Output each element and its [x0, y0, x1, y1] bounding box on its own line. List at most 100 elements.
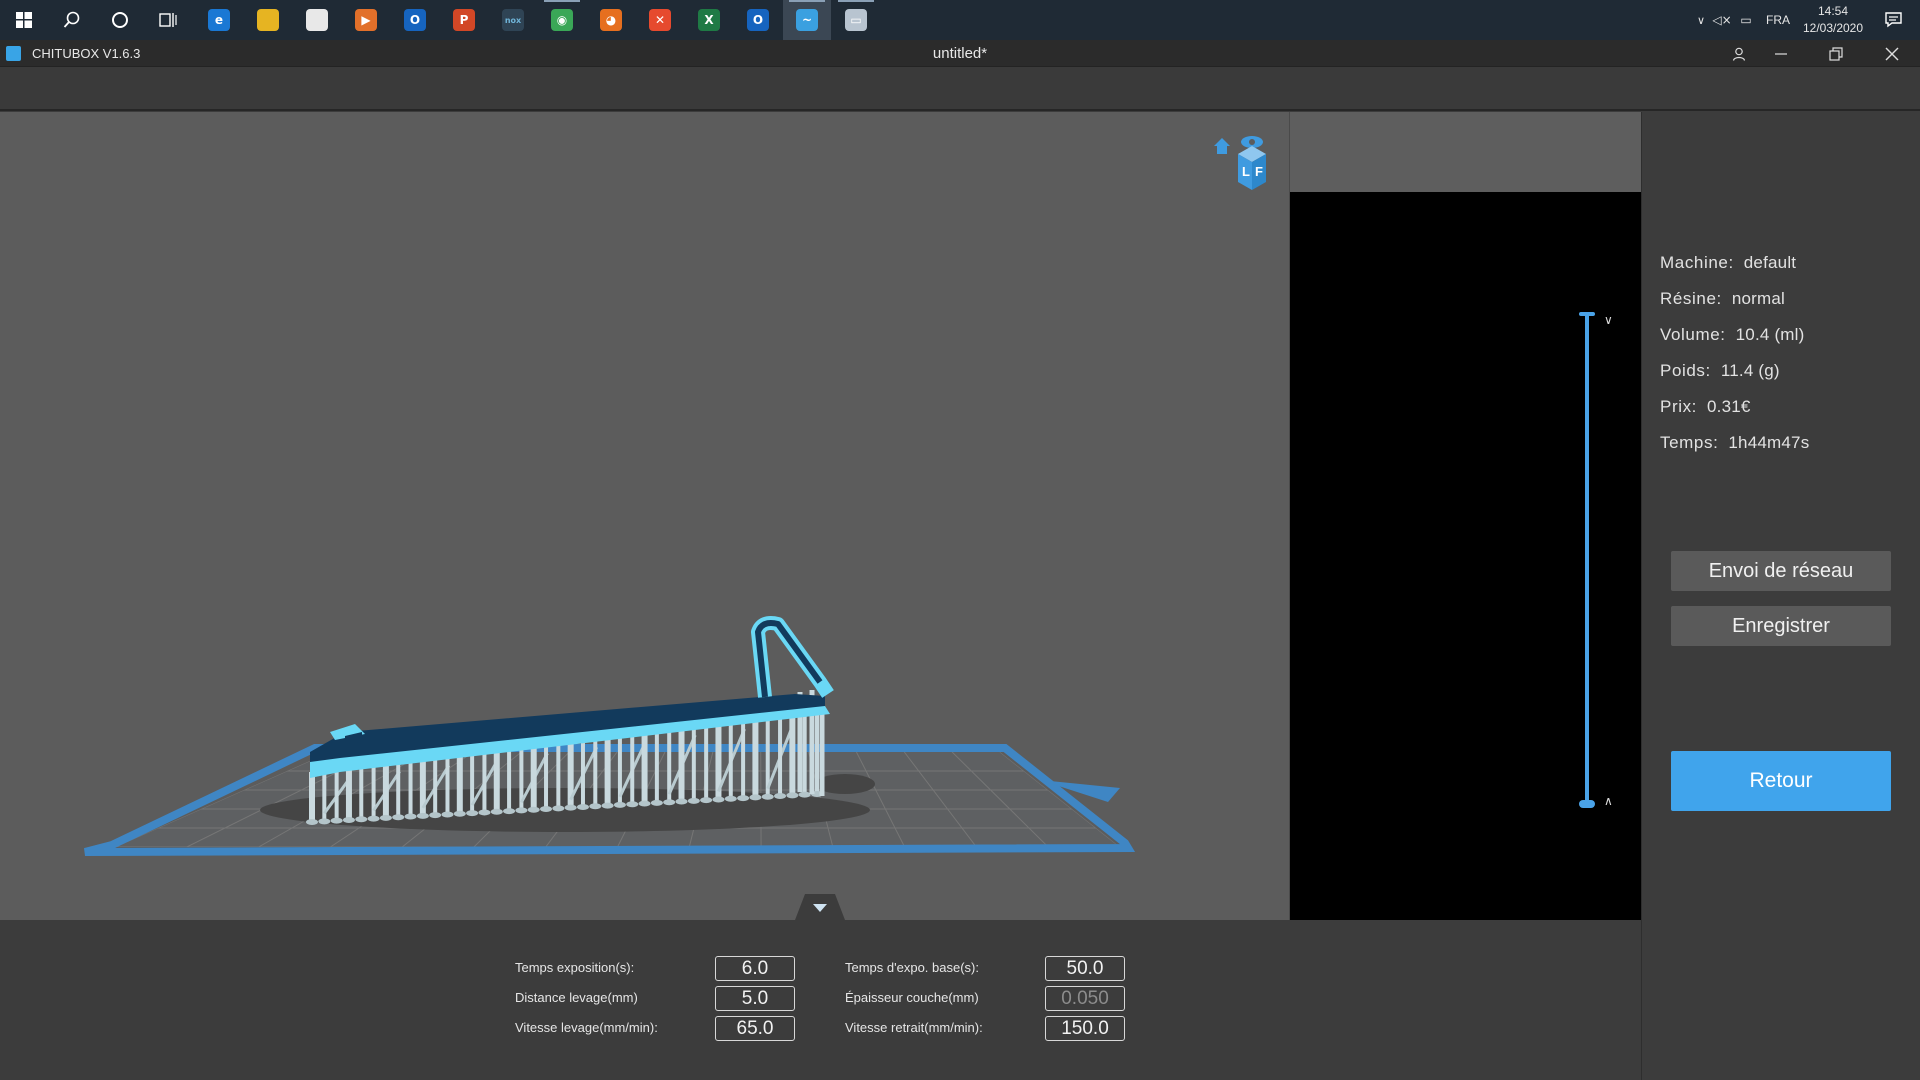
support-base [478, 809, 491, 816]
close-icon [1885, 47, 1899, 60]
support-base [379, 814, 392, 821]
taskbar-app-outlook-2[interactable]: O [734, 0, 782, 40]
layer-slider-bottom-handle[interactable] [1579, 800, 1595, 808]
support-base [429, 812, 442, 819]
edge-icon: e [208, 9, 230, 31]
search-button[interactable] [48, 0, 96, 40]
support-base [318, 818, 331, 825]
outlook-icon: O [404, 9, 426, 31]
stat-label: Temps: [1660, 433, 1719, 452]
support-base [503, 808, 516, 815]
support-base [490, 808, 503, 815]
stat-volume: Volume: 10.4 (ml) [1660, 325, 1805, 345]
stat-weight: Poids: 11.4 (g) [1660, 361, 1780, 381]
home-icon[interactable] [1214, 138, 1230, 154]
support-base [663, 799, 676, 806]
support-base [675, 798, 688, 805]
taskbar-app-file-explorer[interactable] [244, 0, 292, 40]
print-parameters: Temps exposition(s): 6.0 Distance levage… [0, 920, 1641, 1080]
outlook-2-icon: O [747, 9, 769, 31]
language-indicator[interactable]: FRA [1758, 13, 1798, 27]
xmind-icon: ✕ [649, 9, 671, 31]
task-view-icon [159, 13, 177, 27]
cube-face-left: L [1242, 164, 1250, 179]
view-cube[interactable]: L F [1212, 132, 1268, 194]
document-title: untitled* [932, 45, 988, 62]
support-base [700, 797, 713, 804]
taskbar-app-xmind[interactable]: ✕ [636, 0, 684, 40]
chevron-up-icon[interactable]: ∨ [1692, 14, 1710, 27]
retract-speed-label: Vitesse retrait(mm/min): [845, 1020, 983, 1035]
base-exposure-field[interactable]: 50.0 [1045, 956, 1125, 981]
clock-date: 12/03/2020 [1802, 21, 1864, 35]
excel-icon: X [698, 9, 720, 31]
task-view-button[interactable] [144, 0, 192, 40]
back-button[interactable]: Retour [1671, 751, 1891, 811]
support-base [540, 806, 553, 813]
save-button[interactable]: Enregistrer [1671, 606, 1891, 646]
layer-slider-track[interactable] [1585, 314, 1589, 802]
stat-label: Machine: [1660, 253, 1734, 272]
search-icon [63, 11, 80, 28]
stat-value: 10.4 (ml) [1735, 325, 1805, 344]
taskbar-app-nox[interactable]: nox [489, 0, 537, 40]
support-base [749, 794, 762, 801]
close-button[interactable] [1869, 40, 1915, 67]
taskbar-app-firefox[interactable]: ◕ [587, 0, 635, 40]
taskbar-app-excel[interactable]: X [685, 0, 733, 40]
restore-button[interactable] [1813, 40, 1859, 67]
cube-icon[interactable]: L F [1238, 146, 1266, 190]
lift-speed-field[interactable]: 65.0 [715, 1016, 795, 1041]
lift-distance-field[interactable]: 5.0 [715, 986, 795, 1011]
network-send-button[interactable]: Envoi de réseau [1671, 551, 1891, 591]
support-base [306, 819, 318, 825]
user-icon [1732, 47, 1746, 61]
support-base [355, 816, 368, 823]
support-base [774, 793, 787, 800]
support-base [737, 795, 750, 802]
stat-value: normal [1731, 289, 1786, 308]
taskbar-app-outlook[interactable]: O [391, 0, 439, 40]
support-base [330, 817, 343, 824]
layer-down-chevron-icon[interactable]: ∨ [1604, 313, 1620, 327]
clock-time: 14:54 [1817, 4, 1849, 18]
layer-slider[interactable] [1579, 312, 1595, 808]
cortana-button[interactable] [96, 0, 144, 40]
support-base [687, 797, 700, 804]
exposure-field[interactable]: 6.0 [715, 956, 795, 981]
taskbar-app-chitubox[interactable]: ~ [783, 0, 831, 40]
network-icon[interactable]: ▭ [1734, 13, 1758, 27]
collapse-panel-button[interactable] [795, 894, 845, 920]
taskbar-app-misc-app[interactable]: ▭ [832, 0, 880, 40]
support-base [601, 802, 614, 809]
3d-viewport[interactable]: L F [0, 112, 1289, 920]
chrome-icon: ◉ [551, 9, 573, 31]
support-base [367, 815, 380, 822]
account-button[interactable] [1716, 40, 1762, 67]
support-base [342, 816, 355, 823]
lift-speed-label: Vitesse levage(mm/min): [515, 1020, 658, 1035]
lift-distance-label: Distance levage(mm) [515, 990, 638, 1005]
minimize-icon [1775, 52, 1787, 55]
nox-icon: nox [502, 9, 524, 31]
notification-button[interactable] [1868, 0, 1920, 40]
stat-machine: Machine: default [1660, 253, 1796, 273]
clock[interactable]: 14:54 12/03/2020 [1798, 3, 1868, 37]
windows-icon [16, 12, 32, 28]
stat-value: 1h44m47s [1728, 433, 1810, 452]
retract-speed-field[interactable]: 150.0 [1045, 1016, 1125, 1041]
layer-up-chevron-icon[interactable]: ∧ [1604, 794, 1620, 808]
layer-slider-top-handle[interactable] [1579, 312, 1595, 316]
taskbar-app-chrome[interactable]: ◉ [538, 0, 586, 40]
taskbar-app-edge[interactable]: e [195, 0, 243, 40]
minimize-button[interactable] [1758, 40, 1804, 67]
stat-label: Poids: [1660, 361, 1711, 380]
start-button[interactable] [0, 0, 48, 40]
volume-muted-icon[interactable]: ◁× [1710, 13, 1734, 27]
stat-resin: Résine: normal [1660, 289, 1785, 309]
taskbar-app-media[interactable]: ▶ [342, 0, 390, 40]
support-base [638, 800, 651, 807]
stat-value: 0.31€ [1707, 397, 1751, 416]
taskbar-app-powerpoint[interactable]: P [440, 0, 488, 40]
taskbar-app-store[interactable] [293, 0, 341, 40]
